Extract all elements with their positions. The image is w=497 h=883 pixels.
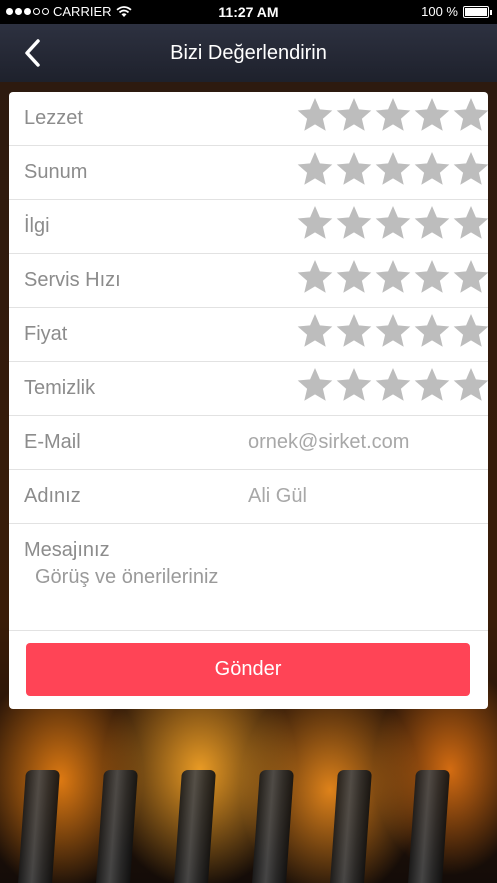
navigation-bar: Bizi Değerlendirin xyxy=(0,24,497,82)
star-icon[interactable] xyxy=(296,258,334,296)
battery-icon xyxy=(463,5,492,18)
star-rating[interactable] xyxy=(296,96,488,134)
email-field[interactable]: ornek@sirket.com xyxy=(248,431,409,454)
star-icon[interactable] xyxy=(413,96,451,134)
rating-label: Sunum xyxy=(24,161,88,183)
page-title: Bizi Değerlendirin xyxy=(170,42,327,64)
star-icon[interactable] xyxy=(296,204,334,242)
rating-label: Fiyat xyxy=(24,323,68,345)
star-icon[interactable] xyxy=(452,258,488,296)
rating-row-lezzet: Lezzet xyxy=(9,92,488,146)
star-icon[interactable] xyxy=(452,96,488,134)
star-icon[interactable] xyxy=(296,96,334,134)
star-icon[interactable] xyxy=(335,204,373,242)
star-icon[interactable] xyxy=(374,366,412,404)
battery-percent: 100 % xyxy=(421,4,458,19)
rating-row-temizlik: Temizlik xyxy=(9,362,488,416)
message-label: Mesajınız xyxy=(24,539,110,561)
star-icon[interactable] xyxy=(452,312,488,350)
grill-bar xyxy=(18,770,60,883)
grill-bar xyxy=(408,770,450,883)
star-icon[interactable] xyxy=(452,150,488,188)
rating-label: İlgi xyxy=(24,215,50,237)
grill-bar xyxy=(252,770,294,883)
star-icon[interactable] xyxy=(413,204,451,242)
star-rating[interactable] xyxy=(296,204,488,242)
rating-row-servis-hizi: Servis Hızı xyxy=(9,254,488,308)
star-icon[interactable] xyxy=(413,312,451,350)
star-icon[interactable] xyxy=(413,258,451,296)
rating-label: Temizlik xyxy=(24,377,96,399)
email-label: E-Mail xyxy=(24,431,81,453)
rating-label: Servis Hızı xyxy=(24,269,121,291)
star-icon[interactable] xyxy=(452,366,488,404)
star-rating[interactable] xyxy=(296,258,488,296)
status-right: 100 % xyxy=(421,4,492,19)
star-icon[interactable] xyxy=(374,312,412,350)
rating-row-fiyat: Fiyat xyxy=(9,308,488,362)
grill-bar xyxy=(330,770,372,883)
star-icon[interactable] xyxy=(374,204,412,242)
star-icon[interactable] xyxy=(374,96,412,134)
star-icon[interactable] xyxy=(296,150,334,188)
rating-label: Lezzet xyxy=(24,107,83,129)
rating-form-card: Lezzet Sunum İlgi Servis Hızı Fiyat Temi… xyxy=(9,92,488,709)
star-icon[interactable] xyxy=(374,258,412,296)
star-icon[interactable] xyxy=(452,204,488,242)
star-rating[interactable] xyxy=(296,150,488,188)
star-icon[interactable] xyxy=(413,150,451,188)
submit-button[interactable]: Gönder xyxy=(26,643,470,696)
rating-row-ilgi: İlgi xyxy=(9,200,488,254)
name-field[interactable]: Ali Gül xyxy=(248,485,307,508)
grill-bar xyxy=(96,770,138,883)
star-rating[interactable] xyxy=(296,312,488,350)
message-row: Mesajınız xyxy=(9,524,488,631)
name-label: Adınız xyxy=(24,485,81,507)
star-icon[interactable] xyxy=(335,96,373,134)
status-bar: CARRIER 11:27 AM 100 % xyxy=(0,0,497,24)
star-icon[interactable] xyxy=(335,150,373,188)
star-icon[interactable] xyxy=(296,312,334,350)
star-icon[interactable] xyxy=(374,150,412,188)
grill-bar xyxy=(174,770,216,883)
email-row: E-Mail ornek@sirket.com xyxy=(9,416,488,470)
rating-row-sunum: Sunum xyxy=(9,146,488,200)
star-icon[interactable] xyxy=(413,366,451,404)
star-icon[interactable] xyxy=(296,366,334,404)
star-rating[interactable] xyxy=(296,366,488,404)
star-icon[interactable] xyxy=(335,312,373,350)
star-icon[interactable] xyxy=(335,258,373,296)
star-icon[interactable] xyxy=(335,366,373,404)
name-row: Adınız Ali Gül xyxy=(9,470,488,524)
message-textarea[interactable] xyxy=(35,566,475,622)
